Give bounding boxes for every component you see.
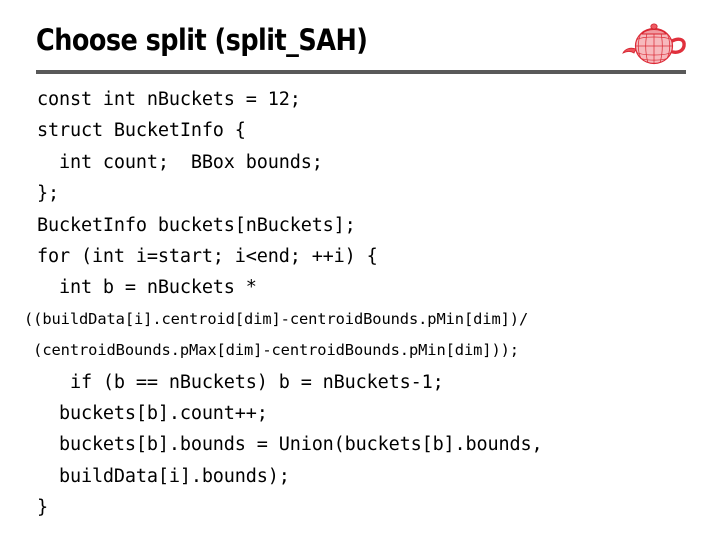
code-line: } [37,497,48,519]
code-line: buckets[b].count++; [37,403,268,425]
slide-header: Choose split (split_SAH) [0,0,720,76]
code-line: buildData[i].bounds); [37,465,290,487]
code-line: }; [37,183,59,205]
code-line: (centroidBounds.pMax[dim]-centroidBounds… [24,341,519,360]
code-line: for (int i=start; i<end; ++i) { [37,246,378,268]
code-block: const int nBuckets = 12; struct BucketIn… [0,84,720,524]
slide-root: Choose split (split_SAH) const int nBuck… [0,0,720,540]
teapot-wireframe-icon [620,16,688,70]
code-line: buckets[b].bounds = Union(buckets[b].bou… [37,434,543,456]
code-line: if (b == nBuckets) b = nBuckets-1; [37,371,444,393]
code-line: int count; BBox bounds; [37,151,323,173]
code-line: BucketInfo buckets[nBuckets]; [37,214,356,236]
code-line: const int nBuckets = 12; [37,89,301,110]
page-title: Choose split (split_SAH) [36,23,368,57]
code-line: ((buildData[i].centroid[dim]-centroidBou… [24,309,529,328]
code-line: int b = nBuckets * [37,277,257,299]
title-divider [36,70,686,74]
code-line: struct BucketInfo { [37,120,246,142]
